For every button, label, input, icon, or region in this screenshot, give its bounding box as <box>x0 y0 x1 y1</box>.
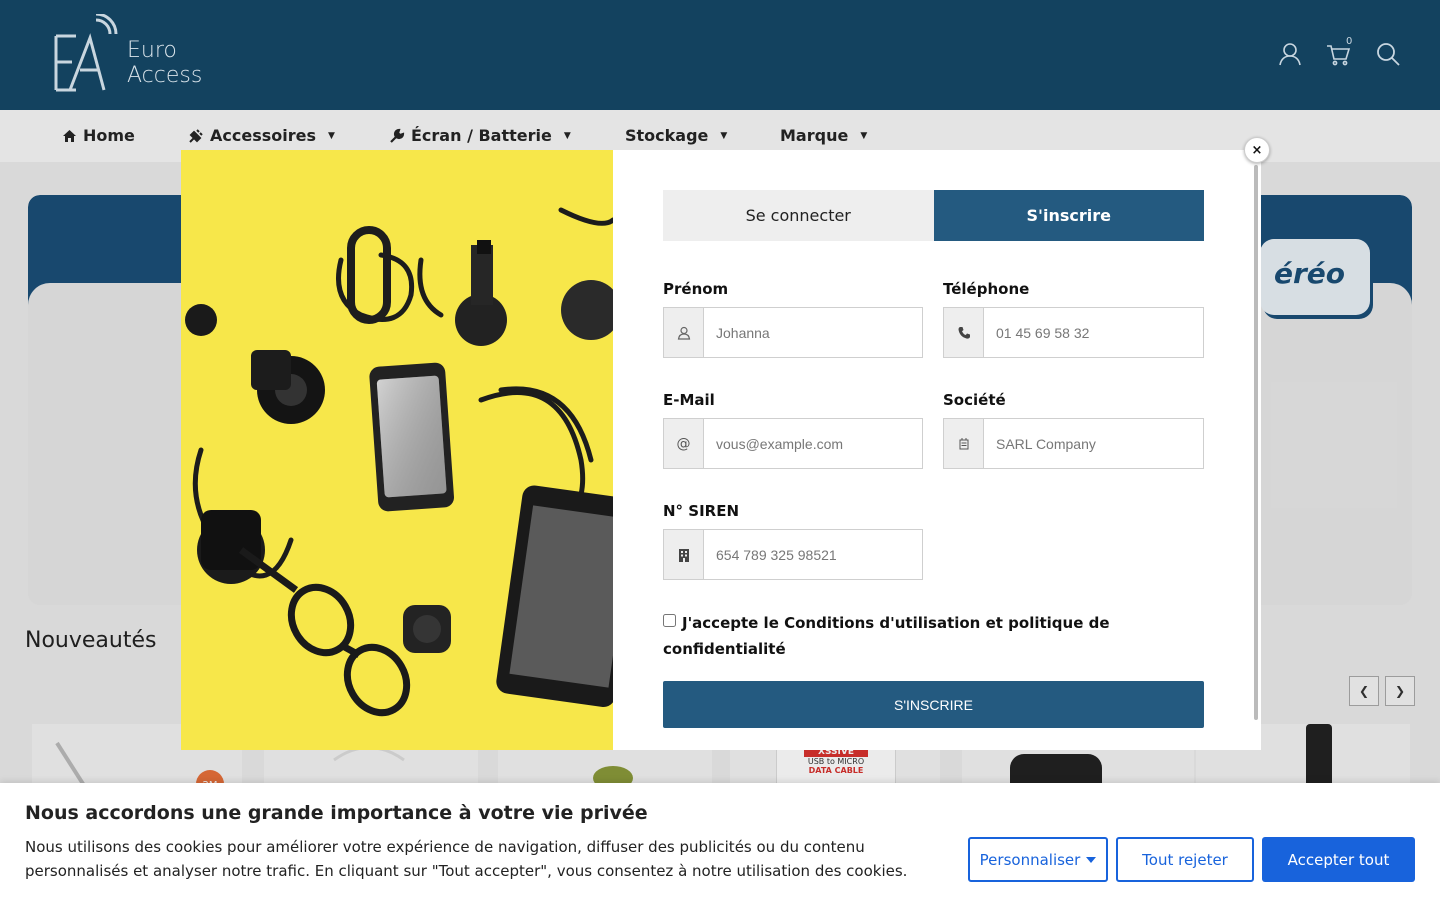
accessories-photo-art <box>181 150 613 750</box>
site-header: Euro Access 0 <box>0 0 1440 110</box>
accept-all-button[interactable]: Accepter tout <box>1262 837 1415 882</box>
company-field <box>943 418 1204 469</box>
customize-cookies-button[interactable]: Personnaliser <box>968 837 1108 882</box>
accessories-photo <box>181 150 613 750</box>
auth-tabs: Se connecter S'inscrire <box>663 190 1204 241</box>
phone-input[interactable] <box>984 308 1203 357</box>
company-label: Société <box>943 391 1006 409</box>
modal-scrollbar[interactable] <box>1254 165 1258 720</box>
nav-item-stockage[interactable]: Stockage ▼ <box>625 126 727 145</box>
brand-name: Euro Access <box>127 38 203 88</box>
email-input[interactable] <box>704 419 922 468</box>
plug-icon <box>189 128 203 143</box>
reject-all-button[interactable]: Tout rejeter <box>1116 837 1254 882</box>
phone-label: Téléphone <box>943 280 1030 298</box>
at-sign-icon: @ <box>664 419 704 468</box>
close-icon: × <box>1251 142 1263 158</box>
terms-label: J'accepte le Conditions d'utilisation et… <box>663 614 1110 658</box>
phone-field <box>943 307 1204 358</box>
siren-label: N° SIREN <box>663 502 740 520</box>
company-icon <box>944 419 984 468</box>
cookie-text: Nous utilisons des cookies pour améliore… <box>25 838 908 880</box>
siren-input[interactable] <box>704 530 922 579</box>
user-icon[interactable] <box>1276 40 1304 68</box>
caret-down-icon <box>1086 856 1097 863</box>
terms-consent: J'accepte le Conditions d'utilisation et… <box>663 610 1143 662</box>
nav-item-marque[interactable]: Marque ▼ <box>780 126 867 145</box>
cookie-banner: Nous accordons une grande importance à v… <box>0 783 1440 900</box>
firstname-field <box>663 307 923 358</box>
customize-label: Personnaliser <box>979 850 1081 869</box>
tab-login[interactable]: Se connecter <box>663 190 934 241</box>
email-field: @ <box>663 418 923 469</box>
firstname-input[interactable] <box>704 308 922 357</box>
logo-icon <box>54 14 118 92</box>
terms-checkbox[interactable] <box>663 614 676 627</box>
phone-icon <box>944 308 984 357</box>
tab-signup[interactable]: S'inscrire <box>933 190 1204 241</box>
company-input[interactable] <box>984 419 1203 468</box>
firstname-label: Prénom <box>663 280 729 298</box>
close-modal-button[interactable]: × <box>1244 137 1270 163</box>
nav-item-accessoires[interactable]: Accessoires ▼ <box>188 126 335 145</box>
building-icon <box>664 530 704 579</box>
nav-item-home[interactable]: Home <box>62 126 135 145</box>
search-icon[interactable] <box>1374 40 1402 68</box>
signup-submit-button[interactable]: S'INSCRIRE <box>663 681 1204 728</box>
cart-count-badge: 0 <box>1346 36 1353 47</box>
nav-item-ecran-batterie[interactable]: Écran / Batterie ▼ <box>389 126 571 145</box>
siren-field <box>663 529 923 580</box>
cookie-title: Nous accordons une grande importance à v… <box>25 802 648 824</box>
home-icon <box>63 129 76 142</box>
email-label: E-Mail <box>663 391 715 409</box>
brand-logo[interactable]: Euro Access <box>52 14 222 96</box>
user-icon <box>664 308 704 357</box>
wrench-icon <box>390 128 405 143</box>
